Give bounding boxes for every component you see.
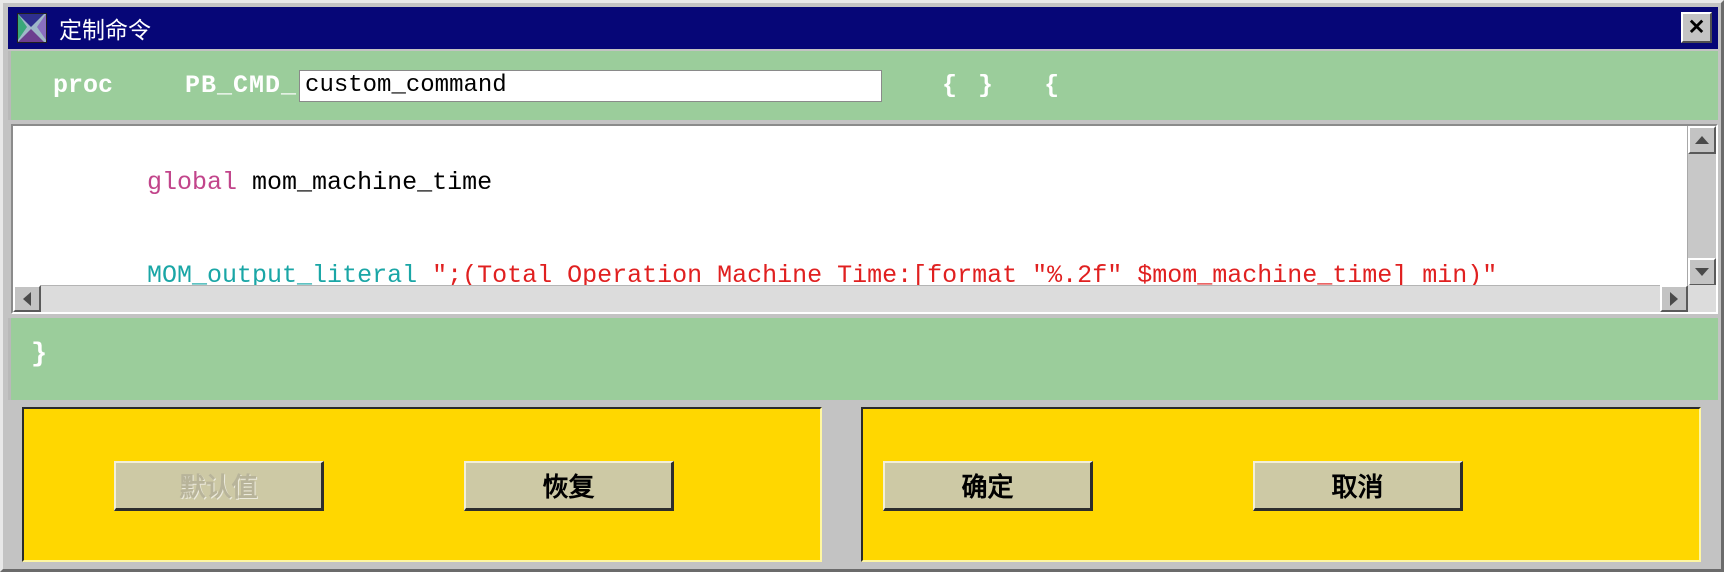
customize-command-dialog: 定制命令 ✕ proc PB_CMD_ custom_command { } {… bbox=[0, 0, 1724, 572]
left-action-panel: 默认值 恢复 bbox=[22, 407, 822, 562]
arrow-left-icon bbox=[23, 291, 31, 306]
app-hourglass-icon bbox=[17, 13, 47, 43]
restore-button[interactable]: 恢复 bbox=[464, 461, 674, 511]
arrow-up-icon bbox=[1695, 136, 1709, 144]
proc-body-open-brace: { bbox=[1044, 71, 1060, 100]
proc-args-braces: { } bbox=[942, 71, 997, 100]
scrollbar-corner bbox=[1688, 285, 1716, 312]
ok-button[interactable]: 确定 bbox=[883, 461, 1093, 511]
command-name-input[interactable]: custom_command bbox=[299, 69, 883, 102]
scroll-up-button[interactable] bbox=[1688, 126, 1716, 154]
code-text-area[interactable]: global mom_machine_time MOM_output_liter… bbox=[13, 126, 1688, 286]
window-title: 定制命令 bbox=[59, 18, 151, 44]
code-token-plain: mom_machine_time bbox=[237, 168, 493, 197]
proc-body-close-bar: } bbox=[8, 318, 1718, 400]
code-line: MOM_output_literal ";(Total Operation Ma… bbox=[27, 229, 1688, 286]
cancel-button[interactable]: 取消 bbox=[1253, 461, 1463, 511]
arrow-right-icon bbox=[1670, 291, 1678, 306]
close-icon[interactable]: ✕ bbox=[1681, 12, 1712, 43]
scroll-right-button[interactable] bbox=[1660, 285, 1688, 312]
horizontal-scrollbar[interactable] bbox=[13, 285, 1716, 312]
code-token-command: MOM_output_literal bbox=[147, 261, 418, 286]
arrow-down-icon bbox=[1695, 268, 1709, 276]
proc-body-close-brace: } bbox=[31, 340, 48, 370]
scroll-down-button[interactable] bbox=[1688, 258, 1716, 286]
command-prefix-label: PB_CMD_ bbox=[185, 71, 298, 100]
right-action-panel: 确定 取消 bbox=[861, 407, 1701, 562]
vertical-scrollbar[interactable] bbox=[1687, 126, 1716, 286]
code-token-string: ";(Total Operation Machine Time:[format … bbox=[417, 261, 1498, 286]
code-token-keyword: global bbox=[147, 168, 238, 197]
code-line: global mom_machine_time bbox=[27, 136, 1688, 229]
title-bar: 定制命令 ✕ bbox=[8, 7, 1718, 49]
scroll-left-button[interactable] bbox=[13, 285, 41, 312]
default-button[interactable]: 默认值 bbox=[114, 461, 324, 511]
proc-keyword: proc bbox=[53, 71, 114, 100]
proc-declaration-bar: proc PB_CMD_ custom_command { } { bbox=[8, 51, 1718, 120]
command-name-value: custom_command bbox=[305, 72, 507, 99]
code-editor[interactable]: global mom_machine_time MOM_output_liter… bbox=[11, 124, 1718, 314]
